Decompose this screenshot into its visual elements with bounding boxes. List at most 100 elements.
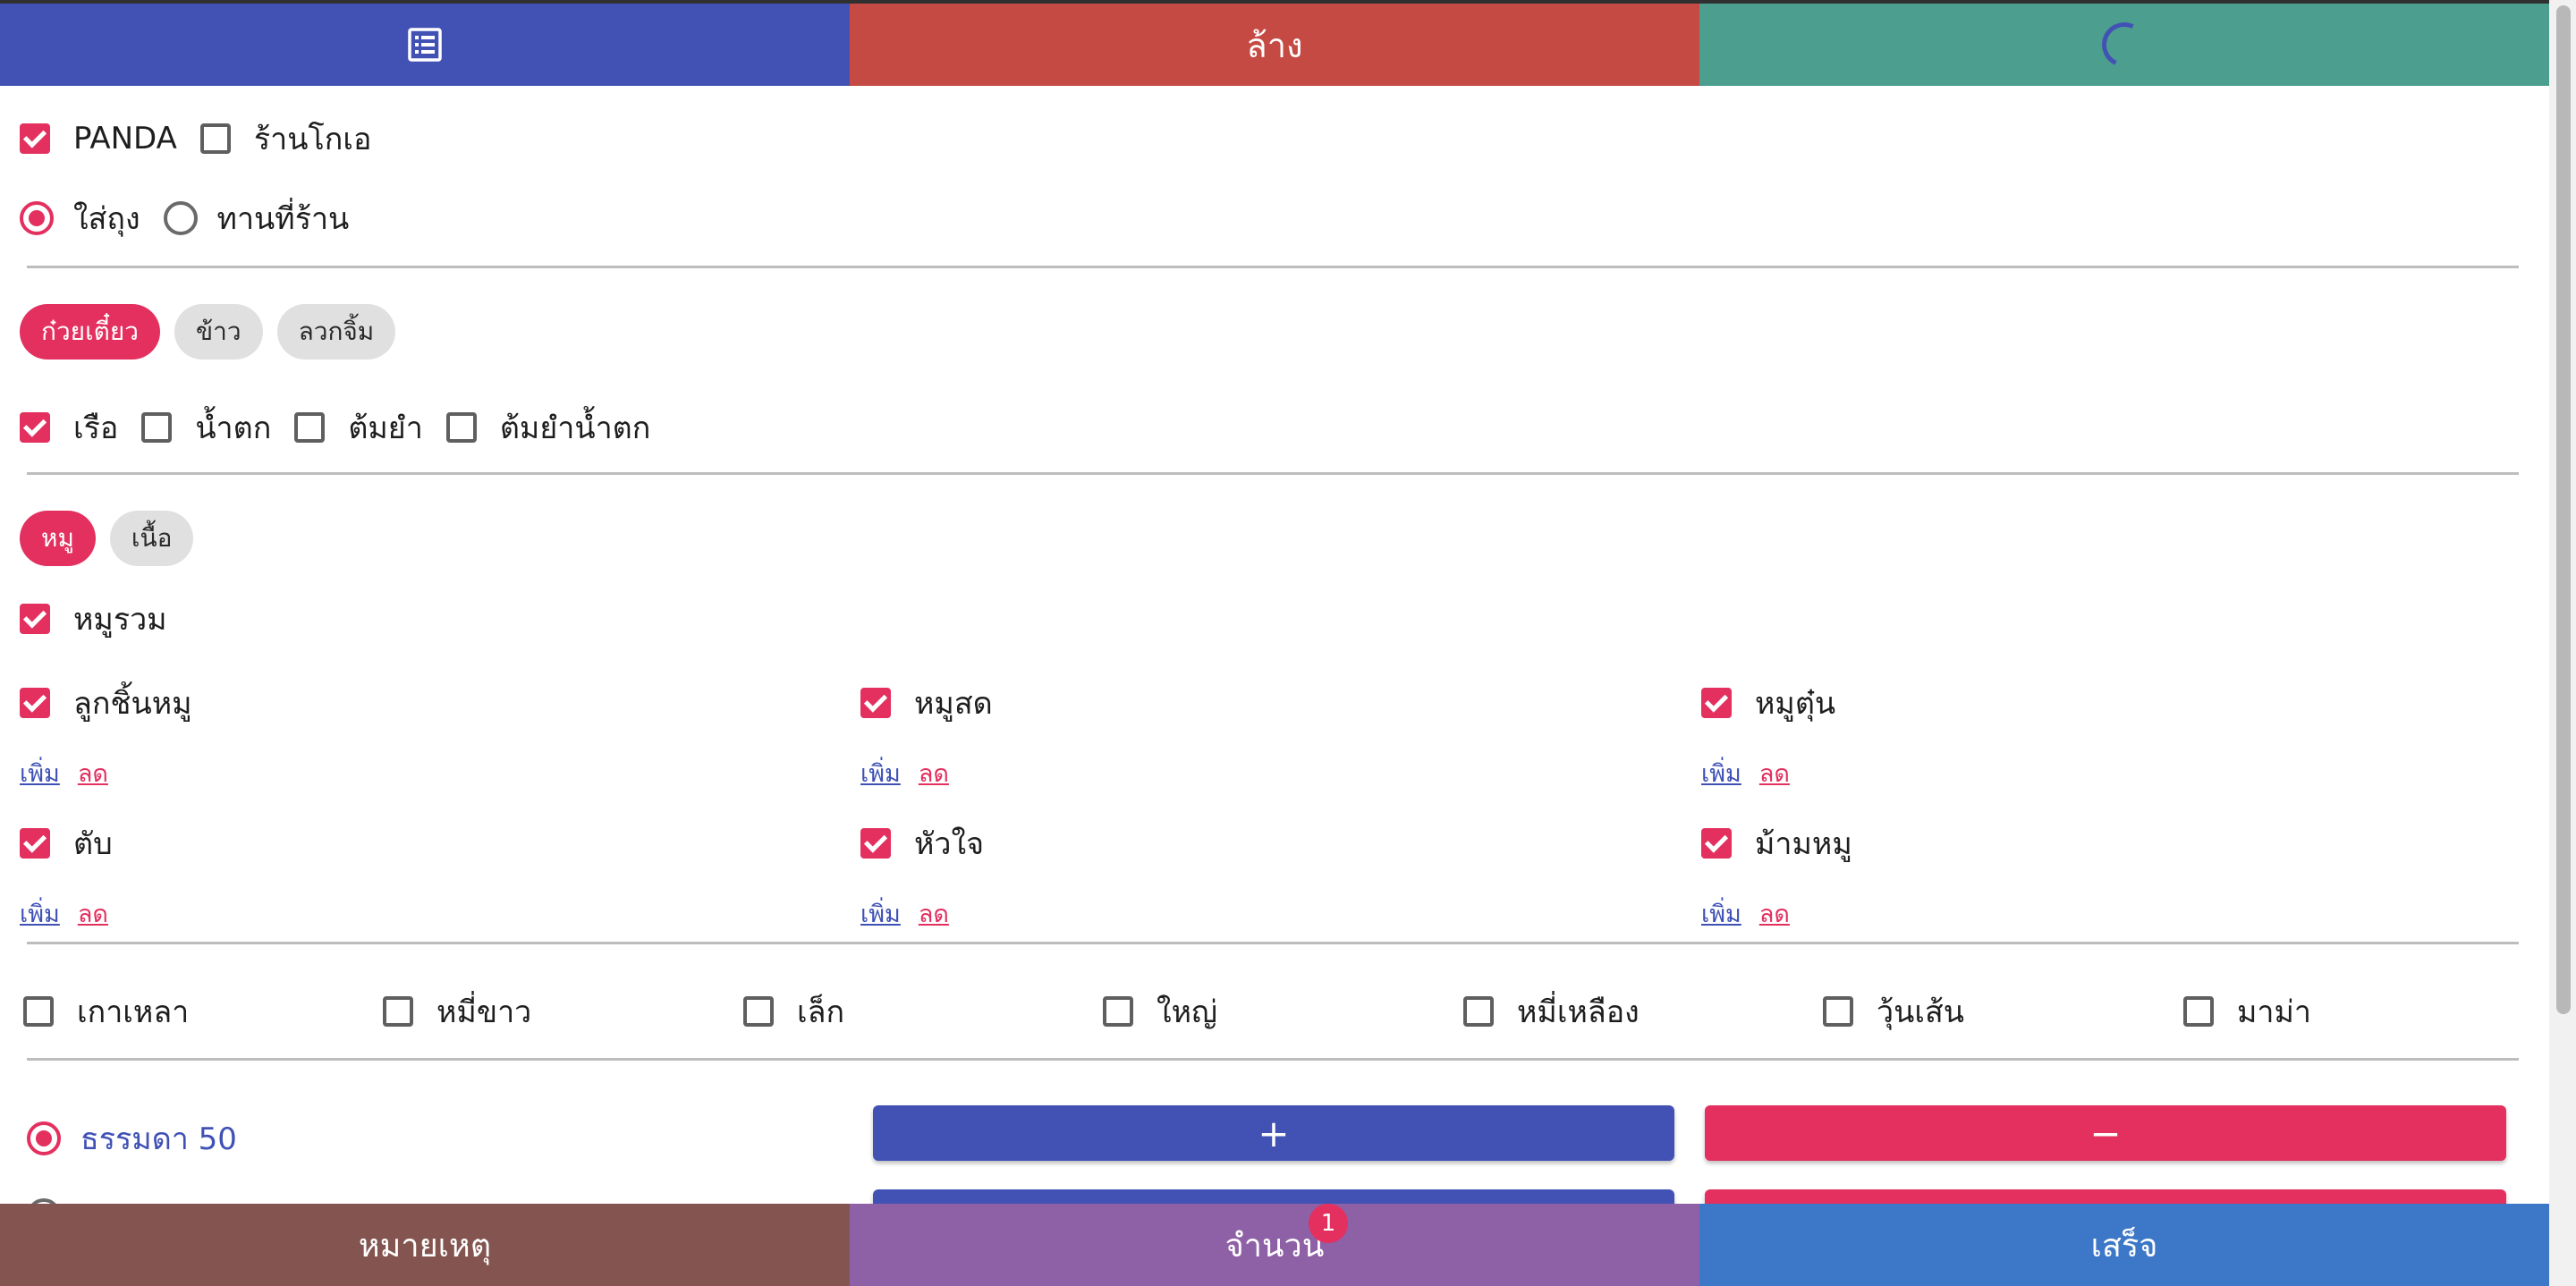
chip-beef[interactable]: เนื้อ: [109, 511, 194, 566]
reduce-link[interactable]: ลด: [78, 754, 108, 792]
shop-option-goae[interactable]: ร้านโกเอ: [199, 114, 371, 163]
soup-option[interactable]: เรือ: [20, 403, 118, 452]
checkbox[interactable]: [20, 604, 50, 634]
category-chips: ก๋วยเตี๋ยว ข้าว ลวกจิ้ม: [20, 304, 410, 360]
meat-qty-links: เพิ่ม ลด: [1701, 754, 1790, 792]
noodle-option[interactable]: เกาเหลา: [23, 987, 189, 1036]
service-label: ทานที่ร้าน: [216, 201, 350, 237]
service-option-dine-in[interactable]: ทานที่ร้าน: [163, 194, 350, 242]
chip-pork[interactable]: หมู: [20, 511, 96, 566]
meat-qty-links: เพิ่ม ลด: [860, 894, 949, 933]
checkbox[interactable]: [1823, 996, 1853, 1027]
checkbox[interactable]: [2183, 996, 2214, 1027]
radio[interactable]: [20, 201, 54, 235]
meat-label: หมูตุ๋น: [1755, 686, 1836, 722]
soup-option[interactable]: ต้มยำน้ำตก: [445, 403, 650, 452]
divider: [27, 942, 2519, 944]
checkbox[interactable]: [1103, 996, 1133, 1027]
scrollbar-thumb[interactable]: [2556, 5, 2571, 1014]
checkbox[interactable]: [1463, 996, 1494, 1027]
top-action-bar: ล้าง: [0, 4, 2549, 86]
checkbox[interactable]: [294, 412, 326, 443]
checkbox[interactable]: [860, 828, 891, 859]
chip-blanched[interactable]: ลวกจิ้ม: [276, 304, 396, 360]
vertical-scrollbar[interactable]: [2549, 0, 2576, 1286]
quantity-button[interactable]: จำนวน 1: [850, 1204, 1699, 1286]
note-button[interactable]: หมายเหตุ: [0, 1204, 850, 1286]
checkbox[interactable]: [445, 412, 477, 443]
checkbox[interactable]: [1701, 688, 1732, 718]
meat-item[interactable]: ลูกชิ้นหมู: [20, 679, 192, 727]
loading-indicator: [1699, 4, 2549, 86]
checkbox[interactable]: [20, 412, 50, 443]
checkbox[interactable]: [1701, 828, 1732, 859]
chip-rice[interactable]: ข้าว: [174, 304, 263, 360]
reduce-link[interactable]: ลด: [919, 754, 949, 792]
noodle-option[interactable]: หมี่ขาว: [383, 987, 531, 1036]
meat-qty-links: เพิ่ม ลด: [860, 754, 949, 792]
meat-qty-links: เพิ่ม ลด: [20, 894, 108, 933]
add-link[interactable]: เพิ่ม: [1701, 894, 1741, 933]
checkbox[interactable]: [23, 996, 54, 1027]
noodle-option[interactable]: ใหญ่: [1103, 987, 1217, 1036]
chip-noodles[interactable]: ก๋วยเตี๋ยว: [20, 304, 160, 360]
done-button[interactable]: เสร็จ: [1699, 1204, 2549, 1286]
noodle-label: มาม่า: [2237, 994, 2312, 1030]
checkbox[interactable]: [20, 688, 50, 718]
noodle-option[interactable]: มาม่า: [2183, 987, 2311, 1036]
noodle-option[interactable]: หมี่เหลือง: [1463, 987, 1640, 1036]
meat-label: ลูกชิ้นหมู: [73, 686, 192, 722]
meat-item[interactable]: หมูสด: [860, 679, 993, 727]
radio[interactable]: [27, 1121, 61, 1155]
size-plus-button[interactable]: [873, 1189, 1674, 1204]
soup-option[interactable]: ต้มยำ: [294, 403, 423, 452]
meat-item[interactable]: ตับ: [20, 819, 113, 867]
noodle-label: หมี่เหลือง: [1517, 994, 1640, 1030]
shop-label: PANDA: [73, 121, 177, 157]
reduce-link[interactable]: ลด: [919, 894, 949, 933]
meat-item[interactable]: หมูตุ๋น: [1701, 679, 1835, 727]
list-icon: [408, 28, 442, 62]
checkbox[interactable]: [141, 412, 173, 443]
clear-button[interactable]: ล้าง: [850, 4, 1699, 86]
noodle-option[interactable]: วุ้นเส้น: [1823, 987, 1964, 1036]
radio[interactable]: [163, 201, 198, 235]
service-label: ใส่ถุง: [73, 201, 140, 237]
soup-option[interactable]: น้ำตก: [141, 403, 271, 452]
checkbox[interactable]: [199, 123, 231, 154]
noodle-label: วุ้นเส้น: [1877, 994, 1964, 1030]
meat-label: ม้ามหมู: [1755, 826, 1852, 862]
service-options: ใส่ถุง ทานที่ร้าน: [20, 194, 372, 242]
meat-item[interactable]: ม้ามหมู: [1701, 819, 1852, 867]
meat-all-option[interactable]: หมูรวม: [20, 595, 167, 643]
divider: [27, 266, 2519, 268]
checkbox[interactable]: [860, 688, 891, 718]
meat-item[interactable]: หัวใจ: [860, 819, 984, 867]
size-option[interactable]: ธรรมดา 50: [27, 1114, 237, 1163]
shop-option-panda[interactable]: PANDA: [20, 121, 177, 157]
add-link[interactable]: เพิ่ม: [20, 894, 60, 933]
meat-all-label: หมูรวม: [73, 602, 167, 638]
reduce-link[interactable]: ลด: [78, 894, 108, 933]
meat-chips: หมู เนื้อ: [20, 511, 208, 566]
reduce-link[interactable]: ลด: [1759, 894, 1790, 933]
checkbox[interactable]: [20, 123, 50, 154]
size-plus-button[interactable]: +: [873, 1105, 1674, 1161]
size-minus-button[interactable]: −: [1705, 1105, 2506, 1161]
order-list-button[interactable]: [0, 4, 850, 86]
meat-qty-links: เพิ่ม ลด: [1701, 894, 1790, 933]
shop-options: PANDA ร้านโกเอ: [20, 114, 394, 163]
add-link[interactable]: เพิ่ม: [860, 754, 901, 792]
reduce-link[interactable]: ลด: [1759, 754, 1790, 792]
add-link[interactable]: เพิ่ม: [860, 894, 901, 933]
checkbox[interactable]: [383, 996, 413, 1027]
noodle-option[interactable]: เล็ก: [743, 987, 844, 1036]
add-link[interactable]: เพิ่ม: [1701, 754, 1741, 792]
checkbox[interactable]: [20, 828, 50, 859]
checkbox[interactable]: [743, 996, 774, 1027]
add-link[interactable]: เพิ่ม: [20, 754, 60, 792]
meat-label: หมูสด: [914, 686, 993, 722]
quantity-badge: 1: [1309, 1204, 1348, 1243]
service-option-takeaway[interactable]: ใส่ถุง: [20, 194, 140, 242]
size-minus-button[interactable]: [1705, 1189, 2506, 1204]
